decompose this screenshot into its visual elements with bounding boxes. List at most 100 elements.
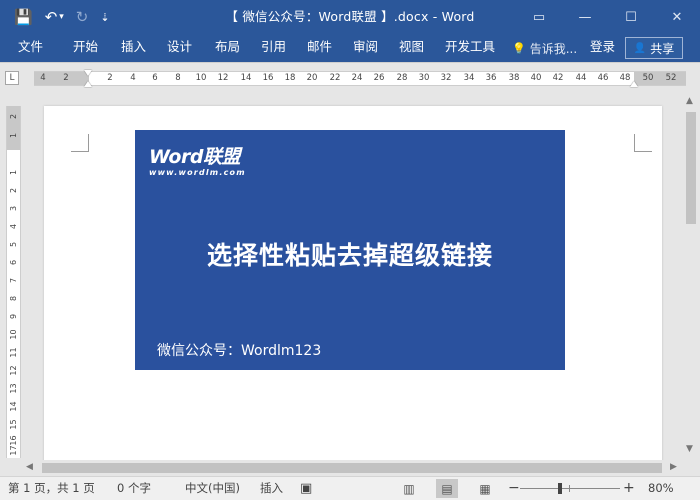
ruler-tick: 46 [597,73,609,83]
vruler-tick: 7 [9,277,18,284]
maximize-icon[interactable]: ☐ [608,0,654,34]
vruler-tick: 12 [9,365,18,376]
ruler-tick: 6 [152,73,158,83]
horizontal-ruler[interactable]: 4 2 2 4 6 8 10 12 14 16 18 20 22 24 26 2… [34,70,686,87]
vruler-tick: 17 [9,445,18,456]
right-indent-marker[interactable] [630,81,638,87]
document-page[interactable]: Word联盟 www.wordlm.com 选择性粘贴去掉超级链接 微信公众号：… [44,106,662,460]
ruler-tick: 36 [485,73,497,83]
zoom-slider-center-mark [569,485,570,492]
document-check-icon[interactable]: ▣ [300,477,312,500]
sign-in-link[interactable]: 登录 [590,34,615,62]
vruler-tick: 2 [9,187,18,194]
ruler-tick: 32 [440,73,452,83]
vertical-scrollbar[interactable]: ▲ ▼ [682,92,700,460]
banner-headline: 选择性粘贴去掉超级链接 [206,241,493,270]
zoom-level[interactable]: 80% [648,477,674,500]
tab-layout[interactable]: 布局 [215,34,240,62]
ruler-tick: 8 [175,73,181,83]
vruler-tick: 4 [9,223,18,230]
ruler-tick: 2 [63,73,69,83]
ruler-tick: 48 [619,73,631,83]
tab-file[interactable]: 文件 [18,34,43,62]
vruler-tick: 3 [9,205,18,212]
zoom-in-button[interactable]: + [623,477,635,500]
tell-me-label: 告诉我... [529,41,578,56]
horizontal-scrollbar[interactable]: ◀ ▶ [24,460,682,476]
document-canvas[interactable]: Word联盟 www.wordlm.com 选择性粘贴去掉超级链接 微信公众号：… [24,92,682,460]
vruler-tick: 6 [9,259,18,266]
logo-wordmark: Word联盟 [149,146,240,168]
ruler-tick: 50 [642,73,654,83]
vruler-tick: 1 [9,169,18,176]
scroll-down-icon[interactable]: ▼ [686,444,693,454]
tab-selector[interactable]: L [5,71,19,85]
ruler-tick: 20 [306,73,318,83]
tab-home[interactable]: 开始 [73,34,98,62]
word-count[interactable]: 0 个字 [117,477,151,500]
close-icon[interactable]: ✕ [654,0,700,34]
ribbon-display-options-icon[interactable]: ▭ [516,0,562,34]
zoom-slider-track[interactable] [520,488,620,489]
share-label: 共享 [650,41,675,56]
vruler-tick: 5 [9,241,18,248]
tab-references[interactable]: 引用 [261,34,286,62]
text-boundary-corner [634,134,652,152]
page-count[interactable]: 第 1 页，共 1 页 [8,477,95,500]
vruler-tick: 10 [9,329,18,340]
zoom-slider-thumb[interactable] [558,483,562,494]
person-icon: 👤 [633,42,647,54]
minimize-icon[interactable]: — [562,0,608,34]
ruler-tick: 14 [240,73,252,83]
ruler-tick: 26 [373,73,385,83]
tab-review[interactable]: 审阅 [353,34,378,62]
tab-mailings[interactable]: 邮件 [307,34,332,62]
ruler-tick: 2 [107,73,113,83]
vertical-scroll-thumb[interactable] [686,112,696,224]
wordlm-logo: Word联盟 www.wordlm.com [149,142,246,177]
ruler-tick: 22 [329,73,341,83]
share-button[interactable]: 👤 共享 [625,37,683,59]
ruler-tick: 38 [508,73,520,83]
vruler-tick: 14 [9,401,18,412]
ruler-area: L 4 2 2 4 6 8 10 12 14 16 18 20 22 24 26… [0,62,700,92]
tab-design[interactable]: 设计 [167,34,192,62]
language-indicator[interactable]: 中文(中国) [185,477,240,500]
tab-insert[interactable]: 插入 [121,34,146,62]
insert-mode[interactable]: 插入 [260,477,283,500]
scroll-left-icon[interactable]: ◀ [26,462,33,472]
ruler-tick: 52 [665,73,677,83]
vruler-tick: 2 [9,113,18,120]
vruler-tick: 13 [9,383,18,394]
title-bar: 💾 ↶ ▾ ↻ ⇣ 【 微信公众号：Word联盟 】.docx - Word ▭… [0,0,700,34]
scroll-up-icon[interactable]: ▲ [686,96,693,106]
banner-footer: 微信公众号：Wordlm123 [157,343,322,359]
ruler-tick: 4 [40,73,46,83]
text-boundary-corner [71,134,89,152]
ruler-tick: 30 [418,73,430,83]
vruler-tick: 1 [9,132,18,139]
vertical-ruler[interactable]: 2 1 1 2 3 4 5 6 7 8 9 10 11 12 13 14 15 … [6,106,21,458]
hanging-indent-marker[interactable] [84,81,92,87]
tab-developer[interactable]: 开发工具 [445,34,495,62]
scroll-right-icon[interactable]: ▶ [670,462,677,472]
lightbulb-icon: 💡 [512,41,526,55]
tell-me-search[interactable]: 💡 告诉我... [512,34,577,62]
ruler-tick: 4 [130,73,136,83]
vruler-tick: 8 [9,295,18,302]
banner-image[interactable]: Word联盟 www.wordlm.com 选择性粘贴去掉超级链接 微信公众号：… [135,130,565,370]
vruler-tick: 15 [9,419,18,430]
print-layout-icon[interactable]: ▤ [436,479,458,498]
vruler-tick: 11 [9,347,18,358]
first-line-indent-marker[interactable] [84,70,92,76]
vruler-tick: 9 [9,313,18,320]
ruler-tick: 24 [351,73,363,83]
word-window: 💾 ↶ ▾ ↻ ⇣ 【 微信公众号：Word联盟 】.docx - Word ▭… [0,0,700,500]
tab-view[interactable]: 视图 [399,34,424,62]
ruler-tick: 10 [195,73,207,83]
horizontal-scroll-thumb[interactable] [42,463,662,473]
web-layout-icon[interactable]: ▦ [474,479,496,498]
zoom-out-button[interactable]: − [508,477,520,500]
ruler-tick: 34 [463,73,475,83]
read-mode-icon[interactable]: ▥ [398,479,420,498]
